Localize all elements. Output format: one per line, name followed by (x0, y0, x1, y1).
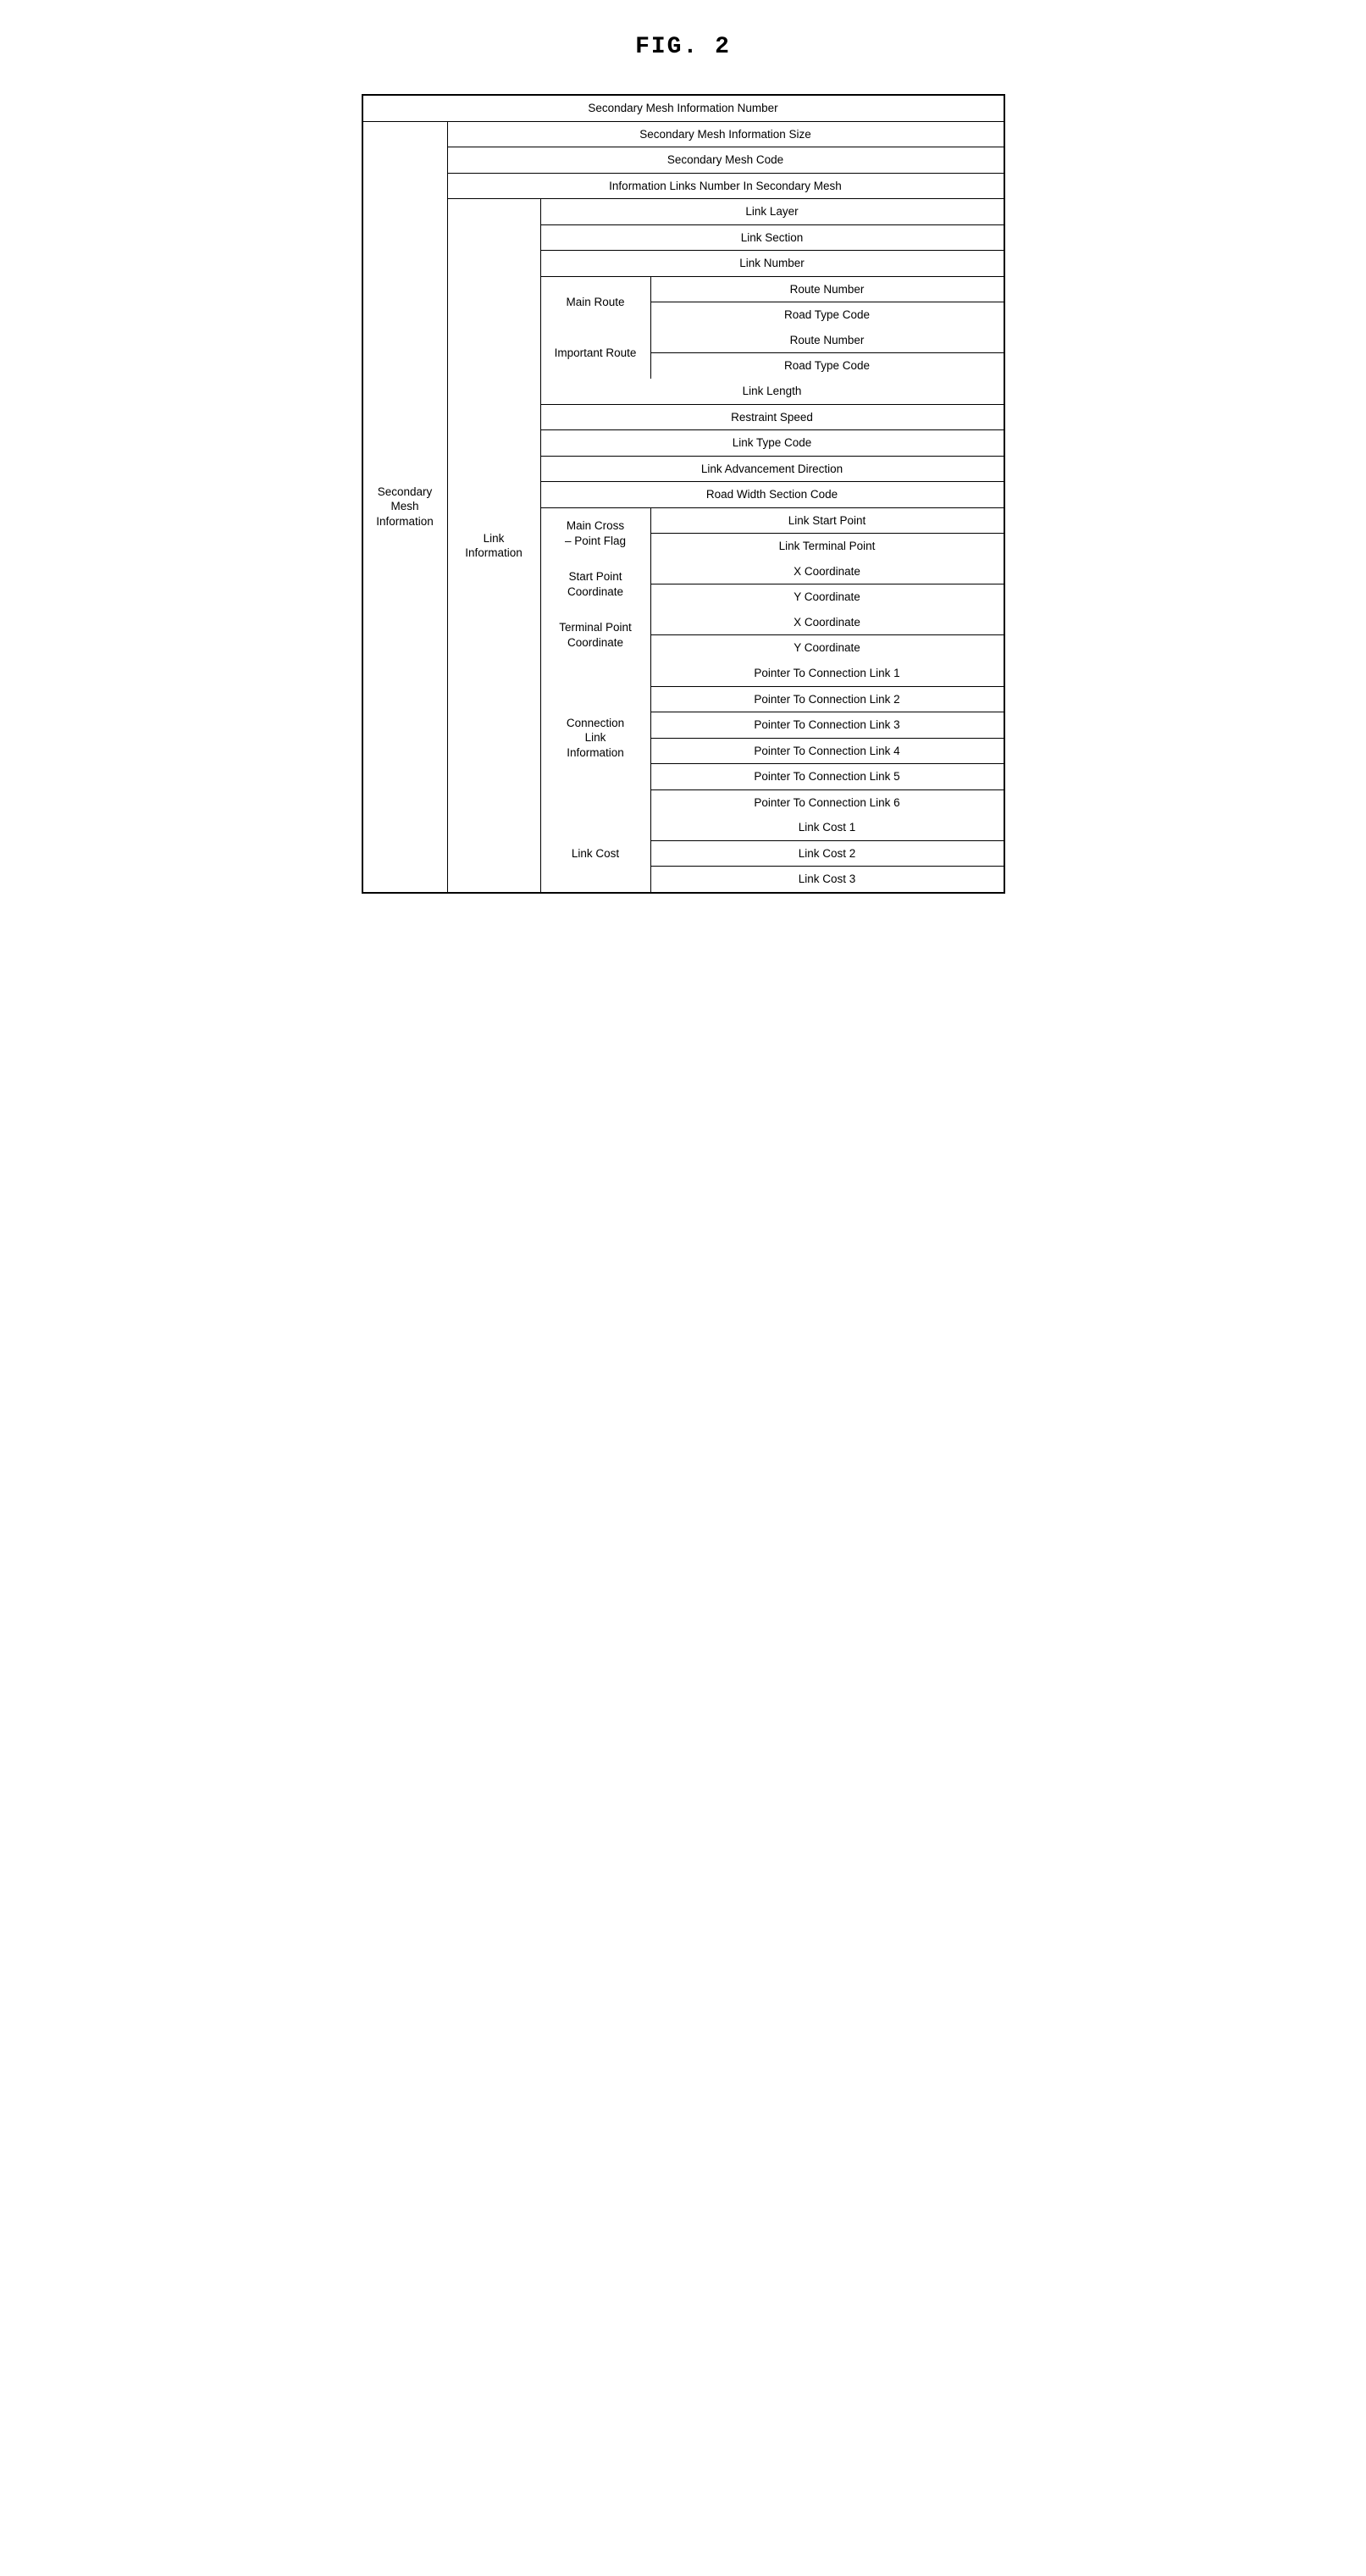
cell-link-cost-2: Link Cost 2 (651, 841, 1004, 867)
table-row: Route Number (651, 328, 1004, 354)
table-row: Pointer To Connection Link 4 (651, 739, 1004, 765)
table-row: Y Coordinate (651, 635, 1004, 661)
table-row: Pointer To Connection Link 2 (651, 687, 1004, 713)
cell-important-route-road-type: Road Type Code (651, 353, 1004, 379)
cell-secondary-mesh-info-size: Secondary Mesh Information Size (448, 122, 1004, 147)
table-row: X Coordinate (651, 559, 1004, 585)
cell-link-cost-3: Link Cost 3 (651, 867, 1004, 892)
table-row: Link Length (541, 379, 1004, 405)
cell-link-start-point: Link Start Point (651, 508, 1004, 534)
page-title: FIG. 2 (635, 34, 731, 60)
table-row: Secondary Mesh Code (448, 147, 1004, 174)
cell-connection-link-5: Pointer To Connection Link 5 (651, 764, 1004, 789)
cell-connection-link-3: Pointer To Connection Link 3 (651, 712, 1004, 738)
table-row: Y Coordinate (651, 584, 1004, 610)
cell-connection-link-6: Pointer To Connection Link 6 (651, 790, 1004, 816)
cell-link-terminal-point: Link Terminal Point (651, 534, 1004, 559)
table-row: Link Section (541, 225, 1004, 252)
cell-main-cross-point-flag: Main Cross – Point Flag (541, 508, 651, 559)
cell-link-information: Link Information (448, 199, 541, 892)
cell-start-y-coordinate: Y Coordinate (651, 584, 1004, 610)
table-row: Link Type Code (541, 430, 1004, 457)
table-row: Link Number (541, 251, 1004, 277)
cell-restraint-speed: Restraint Speed (541, 405, 1004, 430)
table-row: Secondary Mesh Information Size (448, 122, 1004, 148)
cell-connection-link-2: Pointer To Connection Link 2 (651, 687, 1004, 712)
cell-link-cost-1: Link Cost 1 (651, 815, 1004, 840)
table-row: Road Type Code (651, 353, 1004, 379)
cell-secondary-mesh-info-number: Secondary Mesh Information Number (363, 96, 1004, 121)
cell-link-section: Link Section (541, 225, 1004, 251)
cell-terminal-point-coordinate: Terminal Point Coordinate (541, 610, 651, 661)
cell-main-route-road-type: Road Type Code (651, 302, 1004, 328)
cell-link-cost: Link Cost (541, 815, 651, 892)
table-container: Secondary Mesh Information Number Second… (362, 94, 1005, 894)
cell-link-number: Link Number (541, 251, 1004, 276)
table-row: Road Type Code (651, 302, 1004, 328)
cell-secondary-mesh-information: Secondary Mesh Information (363, 122, 448, 892)
table-row: Pointer To Connection Link 1 (651, 661, 1004, 687)
table-row: X Coordinate (651, 610, 1004, 636)
cell-connection-link-1: Pointer To Connection Link 1 (651, 661, 1004, 686)
table-row: Restraint Speed (541, 405, 1004, 431)
cell-terminal-y-coordinate: Y Coordinate (651, 635, 1004, 661)
cell-link-advancement-direction: Link Advancement Direction (541, 457, 1004, 482)
cell-important-route-number: Route Number (651, 328, 1004, 353)
table-row: Link Start Point (651, 508, 1004, 535)
cell-important-route: Important Route (541, 328, 651, 379)
cell-start-x-coordinate: X Coordinate (651, 559, 1004, 584)
table-row: Link Advancement Direction (541, 457, 1004, 483)
cell-main-route-number: Route Number (651, 277, 1004, 302)
cell-terminal-x-coordinate: X Coordinate (651, 610, 1004, 635)
cell-link-type-code: Link Type Code (541, 430, 1004, 456)
table-row: Pointer To Connection Link 5 (651, 764, 1004, 790)
cell-secondary-mesh-code: Secondary Mesh Code (448, 147, 1004, 173)
cell-main-route: Main Route (541, 277, 651, 328)
table-row: Link Cost 2 (651, 841, 1004, 867)
cell-link-length: Link Length (541, 379, 1004, 404)
table-row: Link Cost 1 (651, 815, 1004, 841)
table-row: Route Number (651, 277, 1004, 303)
cell-start-point-coordinate: Start Point Coordinate (541, 559, 651, 610)
cell-info-links-number: Information Links Number In Secondary Me… (448, 174, 1004, 199)
table-row: Pointer To Connection Link 6 (651, 790, 1004, 816)
cell-road-width-section-code: Road Width Section Code (541, 482, 1004, 507)
table-row: Link Layer (541, 199, 1004, 225)
cell-connection-link-information: Connection Link Information (541, 661, 651, 815)
table-row: Secondary Mesh Information Number (363, 96, 1004, 122)
cell-link-layer: Link Layer (541, 199, 1004, 224)
table-row: Information Links Number In Secondary Me… (448, 174, 1004, 200)
table-row: Pointer To Connection Link 3 (651, 712, 1004, 739)
table-row: Link Terminal Point (651, 534, 1004, 559)
cell-connection-link-4: Pointer To Connection Link 4 (651, 739, 1004, 764)
table-row: Road Width Section Code (541, 482, 1004, 508)
table-row: Link Cost 3 (651, 867, 1004, 892)
